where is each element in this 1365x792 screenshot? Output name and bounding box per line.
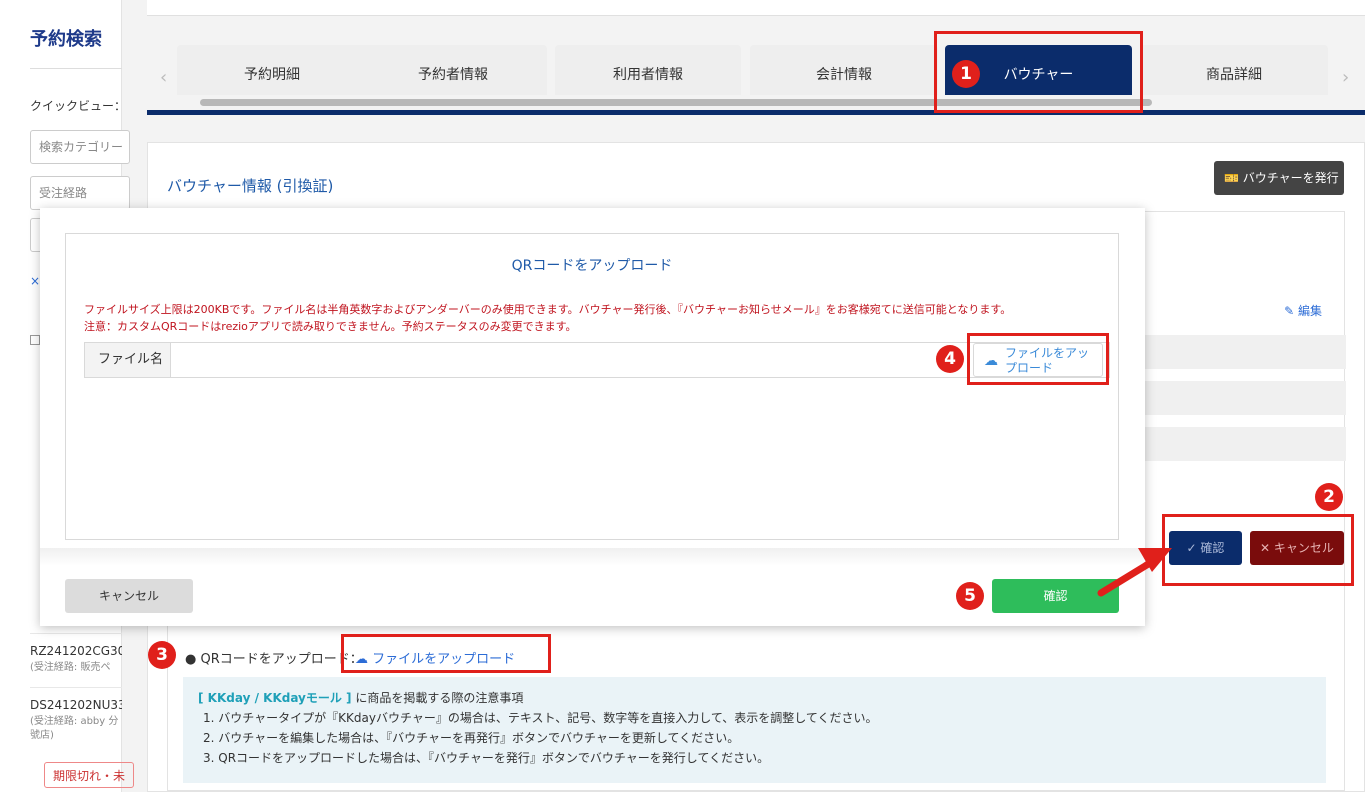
arrow-icon [1097,559,1154,597]
arrow-annotation [1097,548,1172,597]
